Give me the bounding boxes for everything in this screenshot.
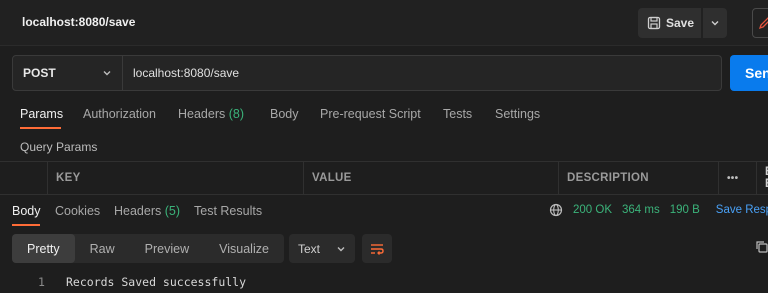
tab-settings[interactable]: Settings (495, 107, 540, 121)
active-response-tab-indicator (12, 224, 40, 226)
response-size[interactable]: 190 B (670, 204, 700, 216)
chevron-down-icon (711, 21, 719, 26)
pencil-icon (758, 17, 768, 30)
tab-body[interactable]: Body (270, 107, 299, 121)
save-options-button[interactable] (703, 8, 727, 38)
format-label: Text (298, 241, 321, 256)
send-button[interactable]: Send (730, 55, 768, 91)
column-value: VALUE (303, 162, 558, 194)
response-tab-test-results[interactable]: Test Results (194, 204, 262, 218)
copy-icon[interactable] (755, 240, 768, 257)
line-number: 1 (38, 275, 45, 289)
response-tab-headers-label: Headers (114, 204, 162, 218)
response-tab-cookies[interactable]: Cookies (55, 204, 100, 218)
column-key: KEY (47, 162, 303, 194)
edit-button[interactable] (752, 8, 768, 38)
status-code[interactable]: 200 OK (573, 204, 612, 216)
request-title[interactable]: localhost:8080/save (22, 15, 135, 29)
tab-headers-count: (8) (228, 107, 245, 121)
method-label: POST (23, 66, 56, 80)
chevron-down-icon (103, 71, 111, 76)
active-tab-indicator (20, 127, 61, 129)
query-params-table-header: KEY VALUE DESCRIPTION ••• Bulk Edit (0, 161, 768, 195)
save-button[interactable]: Save (638, 8, 701, 38)
tab-headers[interactable]: Headers (8) (178, 107, 244, 121)
query-params-title: Query Params (20, 140, 98, 154)
save-icon (647, 16, 661, 30)
chevron-down-icon (337, 246, 345, 251)
wrap-icon (371, 243, 384, 255)
response-tab-body[interactable]: Body (12, 204, 41, 218)
response-time[interactable]: 364 ms (622, 204, 660, 216)
view-visualize-button[interactable]: Visualize (204, 234, 284, 263)
method-select[interactable]: POST (13, 56, 123, 90)
tab-params[interactable]: Params (20, 107, 63, 121)
url-input[interactable]: localhost:8080/save (123, 56, 721, 90)
view-raw-button[interactable]: Raw (75, 234, 130, 263)
url-bar: POST localhost:8080/save (12, 55, 722, 91)
tab-headers-label: Headers (178, 107, 226, 121)
save-response-button[interactable]: Save Response (716, 204, 768, 216)
globe-icon[interactable] (549, 203, 563, 217)
column-options-button[interactable]: ••• (718, 162, 756, 194)
column-description: DESCRIPTION (558, 162, 718, 194)
response-view-toolbar: Pretty Raw Preview Visualize (12, 234, 284, 263)
response-tab-headers[interactable]: Headers (5) (114, 204, 180, 218)
response-meta: 200 OK 364 ms 190 B Save Response (549, 203, 768, 217)
format-select[interactable]: Text (289, 234, 355, 263)
response-tab-headers-count: (5) (164, 204, 181, 218)
tab-authorization[interactable]: Authorization (83, 107, 156, 121)
tab-pre-request-script[interactable]: Pre-request Script (320, 107, 421, 121)
request-header-bar: localhost:8080/save Save (0, 0, 768, 46)
bulk-edit-button[interactable]: Bulk Edit (756, 162, 768, 194)
view-mode-selector: Pretty Raw Preview Visualize (12, 234, 284, 263)
view-preview-button[interactable]: Preview (130, 234, 204, 263)
view-pretty-button[interactable]: Pretty (12, 234, 75, 263)
save-label: Save (666, 16, 695, 30)
tab-tests[interactable]: Tests (443, 107, 472, 121)
save-button-group: Save (638, 8, 727, 38)
line-text[interactable]: Records Saved successfully (66, 275, 246, 289)
wrap-lines-button[interactable] (362, 234, 392, 263)
